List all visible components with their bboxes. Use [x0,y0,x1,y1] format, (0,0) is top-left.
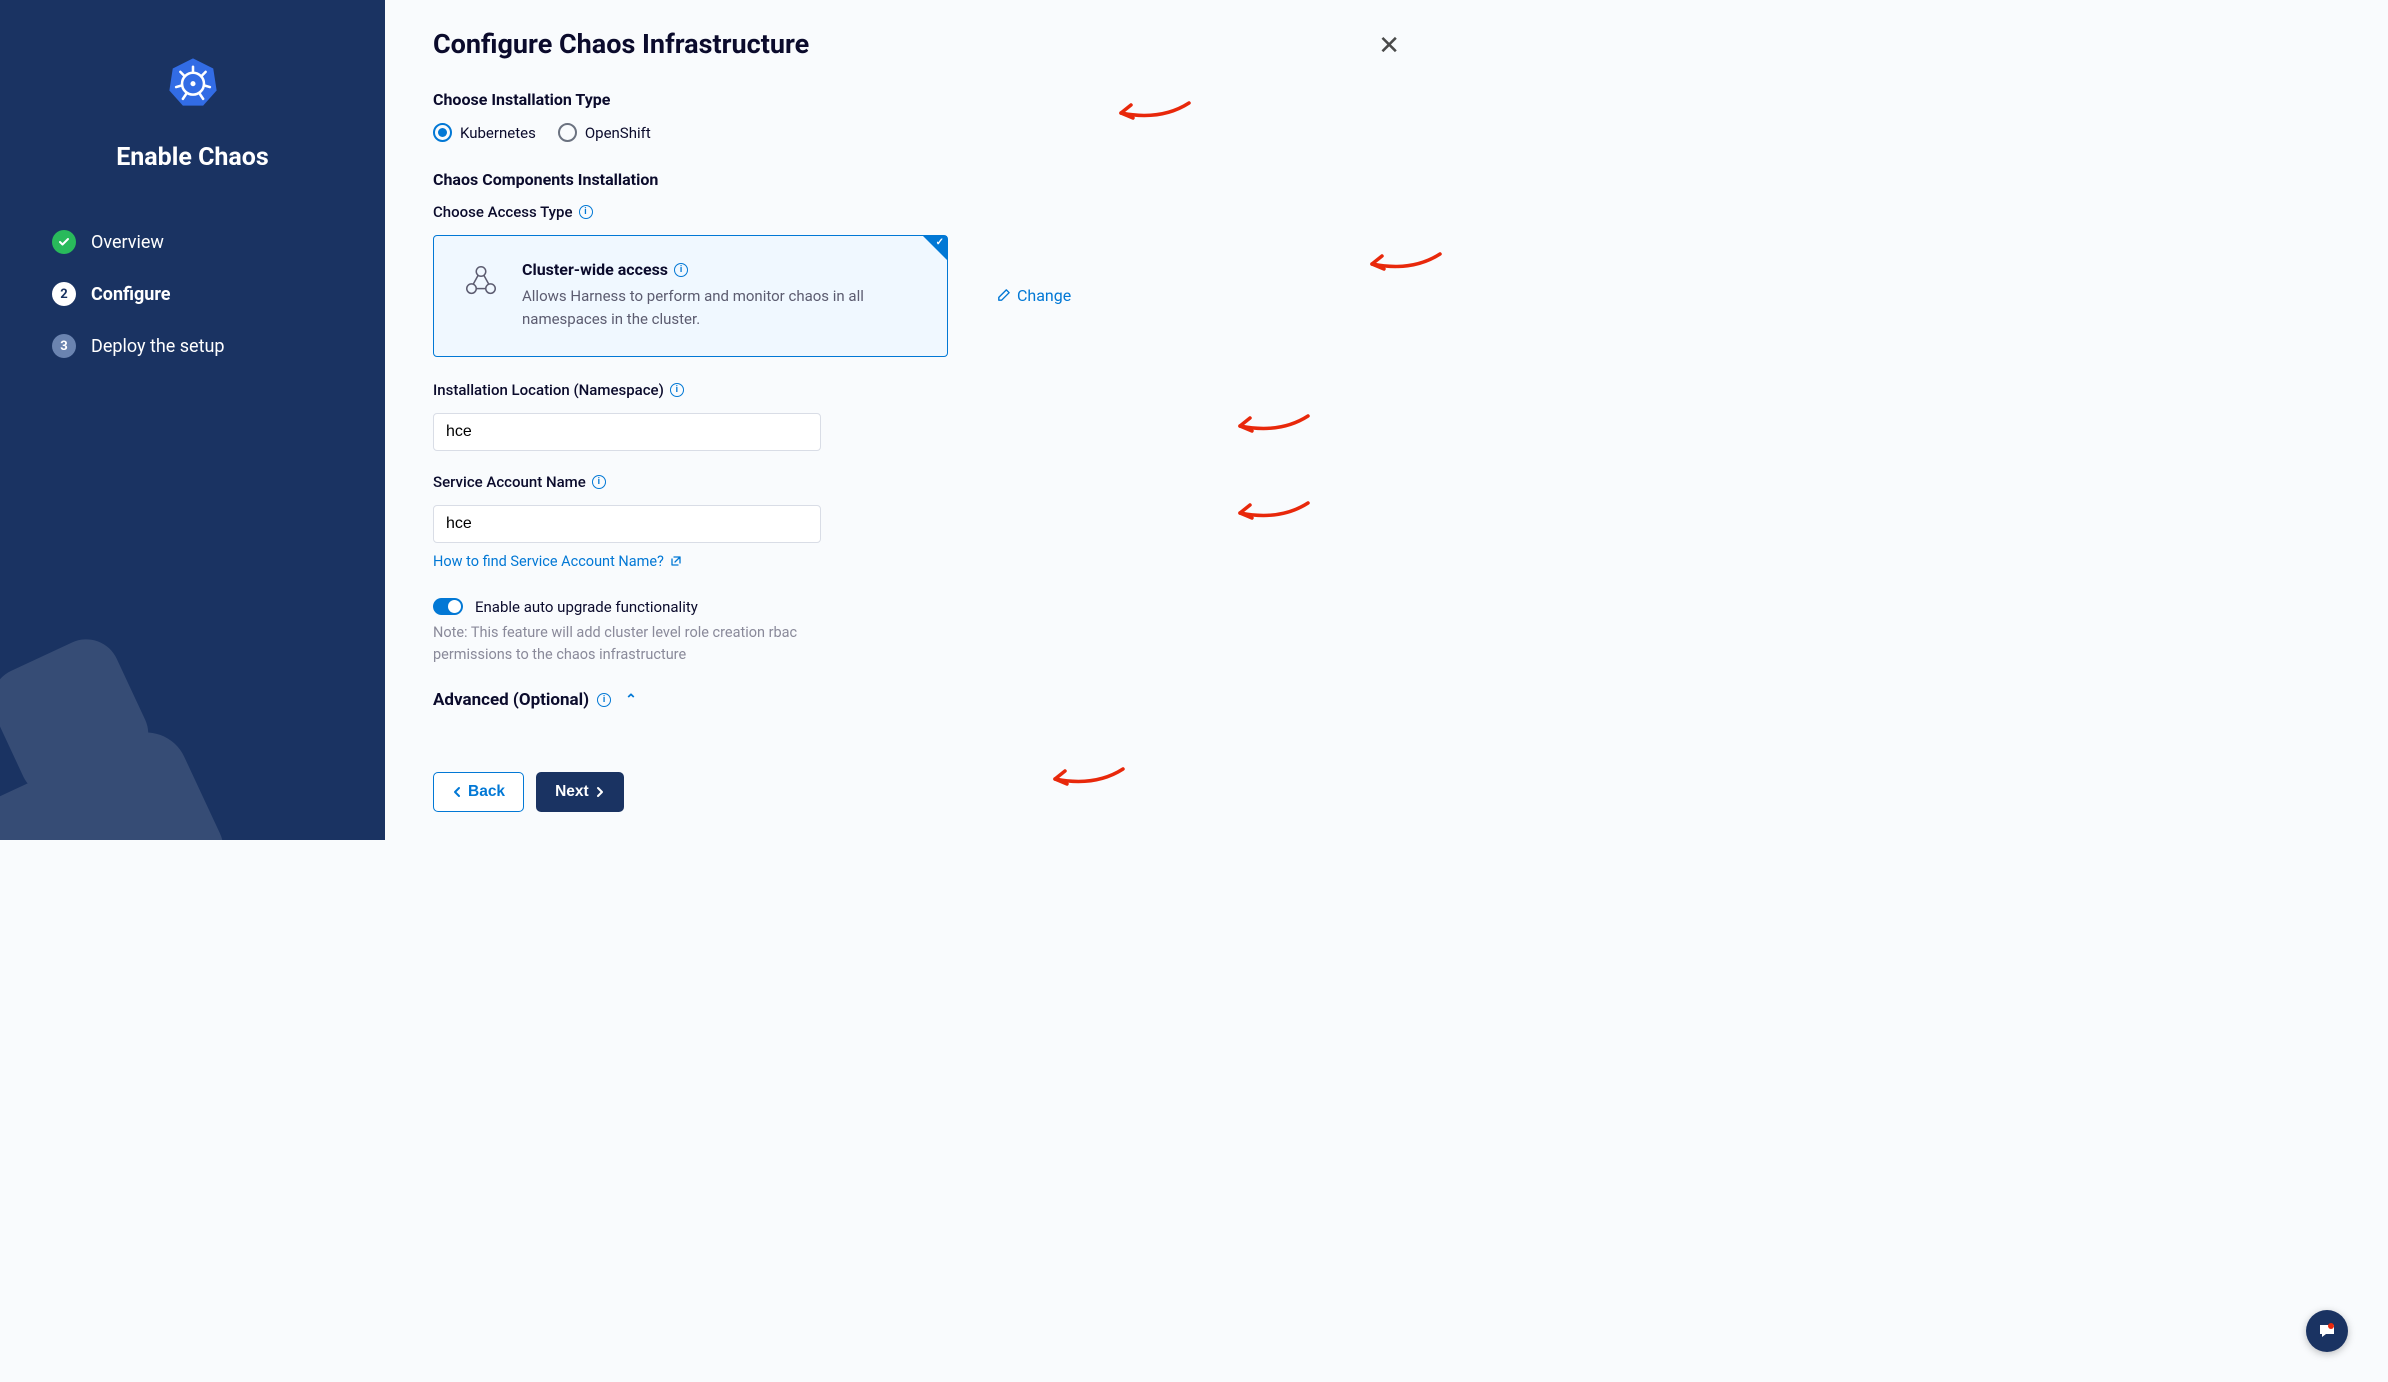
page-title: Configure Chaos Infrastructure [433,28,1400,60]
sidebar-bg-decoration [0,600,280,840]
service-account-help-link[interactable]: How to find Service Account Name? [433,553,682,570]
next-label: Next [555,783,589,801]
radio-outer [558,123,577,142]
next-button[interactable]: Next [536,772,624,812]
step-overview[interactable]: Overview [52,230,385,254]
external-link-icon [670,555,682,567]
step-label: Configure [91,284,171,305]
info-icon[interactable]: i [674,263,688,277]
step-badge-active: 2 [52,282,76,306]
chevron-right-icon [595,786,605,798]
namespace-label-text: Installation Location (Namespace) [433,381,664,399]
components-heading: Chaos Components Installation [433,170,1400,189]
service-account-label: Service Account Name i [433,473,1400,491]
cluster-icon [462,262,500,300]
step-deploy[interactable]: 3 Deploy the setup [52,334,385,358]
toggle-note: Note: This feature will add cluster leve… [433,622,813,667]
service-account-input[interactable] [433,505,821,543]
back-button[interactable]: Back [433,772,524,812]
radio-label: OpenShift [585,124,651,142]
change-text: Change [1017,286,1071,305]
access-type-label: Choose Access Type i [433,203,1400,221]
namespace-label: Installation Location (Namespace) i [433,381,1400,399]
step-badge-done [52,230,76,254]
back-label: Back [468,783,505,801]
close-button[interactable]: ✕ [1378,30,1400,61]
chat-widget-button[interactable] [2306,1310,2348,1352]
chat-icon [2317,1321,2337,1341]
access-card-desc: Allows Harness to perform and monitor ch… [522,285,919,332]
radio-kubernetes[interactable]: Kubernetes [433,123,536,142]
step-configure[interactable]: 2 Configure [52,282,385,306]
sidebar-title: Enable Chaos [0,143,385,172]
radio-outer [433,123,452,142]
advanced-section-toggle[interactable]: Advanced (Optional) i ⌃ [433,690,1400,710]
edit-icon [996,288,1011,303]
info-icon[interactable]: i [579,205,593,219]
sidebar: Enable Chaos Overview 2 Configure 3 Depl… [0,0,385,840]
change-access-link[interactable]: Change [996,286,1071,305]
advanced-label: Advanced (Optional) [433,690,589,710]
namespace-input[interactable] [433,413,821,451]
radio-label: Kubernetes [460,124,536,142]
access-card-title: Cluster-wide access i [522,260,919,279]
step-badge-pending: 3 [52,334,76,358]
auto-upgrade-toggle[interactable] [433,598,463,615]
help-link-text: How to find Service Account Name? [433,553,664,570]
access-card-cluster-wide[interactable]: ✓ Cluster-wide access i Allows Harness t… [433,235,948,357]
wizard-steps: Overview 2 Configure 3 Deploy the setup [0,230,385,358]
info-icon[interactable]: i [670,383,684,397]
step-label: Overview [91,232,164,253]
service-account-label-text: Service Account Name [433,473,586,491]
access-title-text: Cluster-wide access [522,260,668,279]
access-type-text: Choose Access Type [433,203,573,221]
main-panel: ✕ Configure Chaos Infrastructure Choose … [385,0,1440,840]
toggle-label: Enable auto upgrade functionality [475,598,698,616]
chevron-up-icon: ⌃ [625,692,637,708]
kubernetes-logo [0,55,385,113]
step-label: Deploy the setup [91,336,225,357]
info-icon[interactable]: i [592,475,606,489]
chevron-left-icon [452,786,462,798]
install-type-radios: Kubernetes OpenShift [433,123,1400,142]
info-icon[interactable]: i [597,693,611,707]
radio-openshift[interactable]: OpenShift [558,123,651,142]
install-type-heading: Choose Installation Type [433,90,1400,109]
